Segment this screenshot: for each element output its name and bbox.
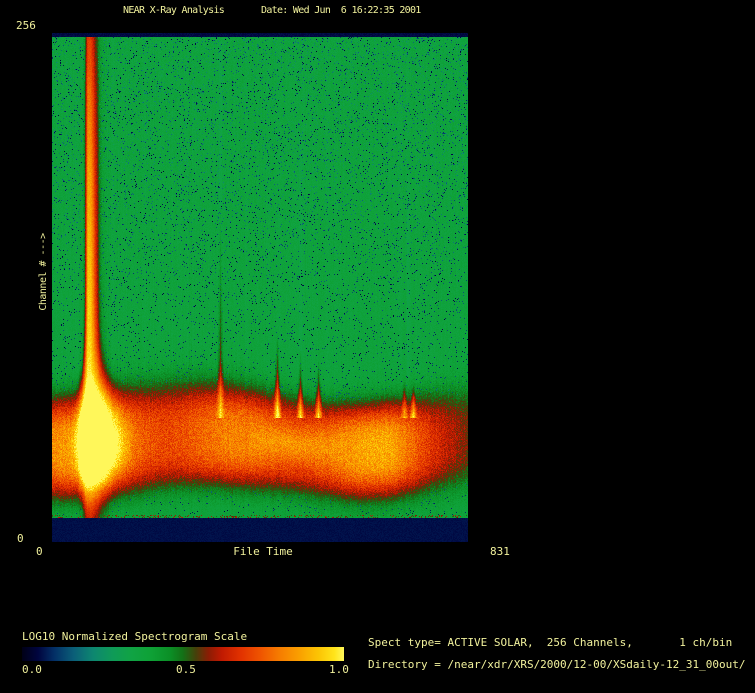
colorbar-tick-min: 0.0: [22, 664, 42, 676]
x-axis-min-label: 0: [36, 546, 43, 558]
x-axis-title: File Time: [233, 546, 293, 558]
near-xray-analysis-window: NEAR X-Ray Analysis Date: Wed Jun 6 16:2…: [0, 0, 755, 693]
colorbar-tick-max: 1.0: [329, 664, 349, 676]
colorbar-tick-mid: 0.5: [176, 664, 196, 676]
colorbar-gradient: [22, 647, 344, 661]
date-label: Date: Wed Jun 6 16:22:35 2001: [261, 5, 421, 17]
y-axis-title: Channel # --->: [38, 233, 50, 310]
spectrogram-plot: [52, 33, 468, 542]
directory-info: Directory = /near/xdr/XRS/2000/12-00/XSd…: [368, 659, 746, 671]
spect-type-info: Spect type= ACTIVE SOLAR, 256 Channels, …: [368, 637, 732, 649]
y-axis-max-label: 256: [16, 20, 36, 32]
x-axis-max-label: 831: [490, 546, 510, 558]
y-axis-min-label: 0: [17, 533, 24, 545]
colorbar-title: LOG10 Normalized Spectrogram Scale: [22, 631, 247, 643]
page-title: NEAR X-Ray Analysis: [123, 5, 224, 17]
